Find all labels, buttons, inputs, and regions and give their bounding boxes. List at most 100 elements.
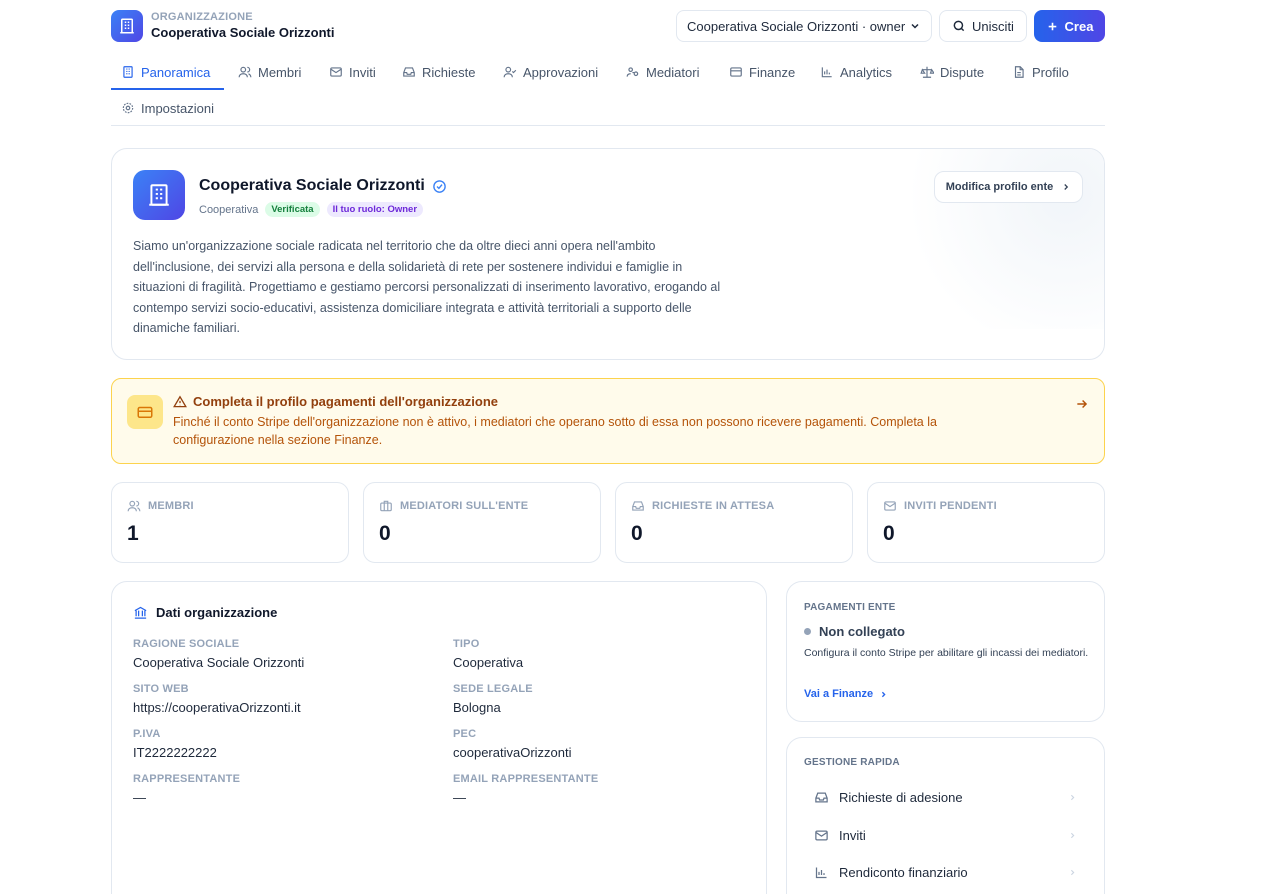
alert-card-icon-box <box>127 395 163 429</box>
users-icon <box>238 66 252 78</box>
stat-value: 0 <box>883 522 895 545</box>
org-data-card: Dati organizzazione RAGIONE SOCIALE Coop… <box>111 581 767 894</box>
file-icon <box>1014 66 1024 78</box>
alert-title-text: Completa il profilo pagamenti dell'organ… <box>193 394 499 409</box>
bar-chart-icon <box>821 67 832 78</box>
profile-description: Siamo un'organizzazione sociale radicata… <box>133 239 721 335</box>
stat-card-pending-requests: RICHIESTE IN ATTESA 0 <box>615 482 853 563</box>
stat-label: MEMBRI <box>127 499 194 513</box>
inbox-icon <box>815 792 828 802</box>
building-icon <box>123 66 133 78</box>
tab-inviti[interactable]: Inviti <box>329 54 376 90</box>
tab-label: Impostazioni <box>141 100 214 116</box>
users-icon <box>127 500 141 512</box>
tab-analytics[interactable]: Analytics <box>820 54 892 90</box>
tabs-divider <box>111 125 1105 126</box>
org-data-title: Dati organizzazione <box>133 605 277 620</box>
payments-status: Non collegato <box>804 624 905 639</box>
field-value: — <box>133 790 146 805</box>
stat-label: MEDIATORI SULL'ENTE <box>379 499 528 513</box>
payments-caption: PAGAMENTI ENTE <box>804 602 896 613</box>
quick-management-card: GESTIONE RAPIDA Richieste di adesione In… <box>786 737 1105 894</box>
chevron-right-icon <box>1070 794 1075 800</box>
mail-icon <box>330 67 342 77</box>
join-button[interactable]: Unisciti <box>939 10 1027 42</box>
quick-item-label: Rendiconto finanziario <box>839 864 968 880</box>
tab-mediatori[interactable]: Mediatori <box>626 54 699 90</box>
payments-alert[interactable]: Completa il profilo pagamenti dell'organ… <box>111 378 1105 464</box>
chevron-right-icon <box>1070 832 1075 838</box>
inbox-icon <box>632 501 644 511</box>
tab-label: Profilo <box>1032 64 1069 80</box>
field-value: Cooperativa Sociale Orizzonti <box>133 655 305 670</box>
payments-status-text: Non collegato <box>819 624 905 639</box>
field-label: TIPO <box>453 638 480 650</box>
tab-impostazioni[interactable]: Impostazioni <box>121 90 214 126</box>
profile-name: Cooperativa Sociale Orizzonti <box>199 177 425 194</box>
field-label: P.IVA <box>133 728 161 740</box>
building-icon <box>120 18 134 34</box>
field-label: SEDE LEGALE <box>453 683 533 695</box>
chevron-down-icon <box>911 23 919 29</box>
field-label: EMAIL RAPPRESENTANTE <box>453 773 599 785</box>
bar-chart-icon <box>815 867 827 878</box>
stat-label: INVITI PENDENTI <box>883 499 997 513</box>
org-avatar <box>133 170 185 220</box>
credit-card-icon <box>730 67 742 77</box>
go-to-finances-link[interactable]: Vai a Finanze <box>804 688 888 700</box>
tab-label: Approvazioni <box>523 64 599 80</box>
quick-caption: GESTIONE RAPIDA <box>804 757 900 768</box>
tab-profilo[interactable]: Profilo <box>1012 54 1069 90</box>
tab-label: Mediatori <box>646 64 700 80</box>
alert-arrow[interactable] <box>1075 397 1089 411</box>
search-icon <box>953 20 965 32</box>
tab-membri[interactable]: Membri <box>238 54 301 90</box>
create-label: Crea <box>1064 18 1094 34</box>
scale-icon <box>920 66 934 78</box>
edit-profile-label: Modifica profilo ente <box>945 181 1054 193</box>
join-label: Unisciti <box>972 18 1014 34</box>
mail-icon <box>815 830 828 840</box>
field-value: Cooperativa <box>453 655 524 670</box>
tab-label: Inviti <box>349 64 376 80</box>
stat-label: RICHIESTE IN ATTESA <box>631 499 774 513</box>
field-label: PEC <box>453 728 477 740</box>
tab-finanze[interactable]: Finanze <box>729 54 795 90</box>
bank-icon <box>134 606 147 619</box>
payments-card: PAGAMENTI ENTE Non collegato Configura i… <box>786 581 1105 722</box>
go-to-finances-label: Vai a Finanze <box>804 688 874 700</box>
tab-approvazioni[interactable]: Approvazioni <box>503 54 598 90</box>
quick-item-label: Inviti <box>839 827 866 843</box>
quick-item-invites[interactable]: Inviti <box>804 820 1089 850</box>
chevron-right-icon <box>1070 869 1075 875</box>
profile-type: Cooperativa <box>199 203 259 216</box>
tab-label: Membri <box>258 64 302 80</box>
verified-badge: Verificata <box>265 202 320 217</box>
quick-item-financial-report[interactable]: Rendiconto finanziario <box>804 857 1089 887</box>
field-label: RAPPRESENTANTE <box>133 773 241 785</box>
gear-icon <box>122 102 134 114</box>
verified-check-icon <box>433 179 446 193</box>
field-value: — <box>453 790 466 805</box>
stat-value: 0 <box>379 522 391 545</box>
payments-description: Configura il conto Stripe per abilitare … <box>804 647 1089 659</box>
field-value: IT2222222222 <box>133 745 217 760</box>
chevron-right-icon <box>1064 184 1069 190</box>
chevron-right-icon <box>882 691 886 697</box>
org-switcher-value: Cooperativa Sociale Orizzonti · owner <box>687 18 906 34</box>
quick-item-membership-requests[interactable]: Richieste di adesione <box>804 782 1089 812</box>
tab-richieste[interactable]: Richieste <box>402 54 475 90</box>
tab-panoramica[interactable]: Panoramica <box>121 54 210 90</box>
field-value: Bologna <box>453 700 501 715</box>
profile-title: Cooperativa Sociale Orizzonti <box>199 177 447 195</box>
stat-value: 1 <box>127 522 139 545</box>
role-badge: Il tuo ruolo: Owner <box>326 202 424 217</box>
tab-label: Analytics <box>840 64 893 80</box>
create-button[interactable]: Crea <box>1034 10 1105 42</box>
org-switcher-select[interactable]: Cooperativa Sociale Orizzonti · owner <box>676 10 932 42</box>
status-dot <box>804 628 811 635</box>
edit-profile-button[interactable]: Modifica profilo ente <box>934 171 1083 203</box>
tab-label: Richieste <box>422 64 476 80</box>
tab-dispute[interactable]: Dispute <box>920 54 984 90</box>
user-check-icon <box>503 66 517 78</box>
